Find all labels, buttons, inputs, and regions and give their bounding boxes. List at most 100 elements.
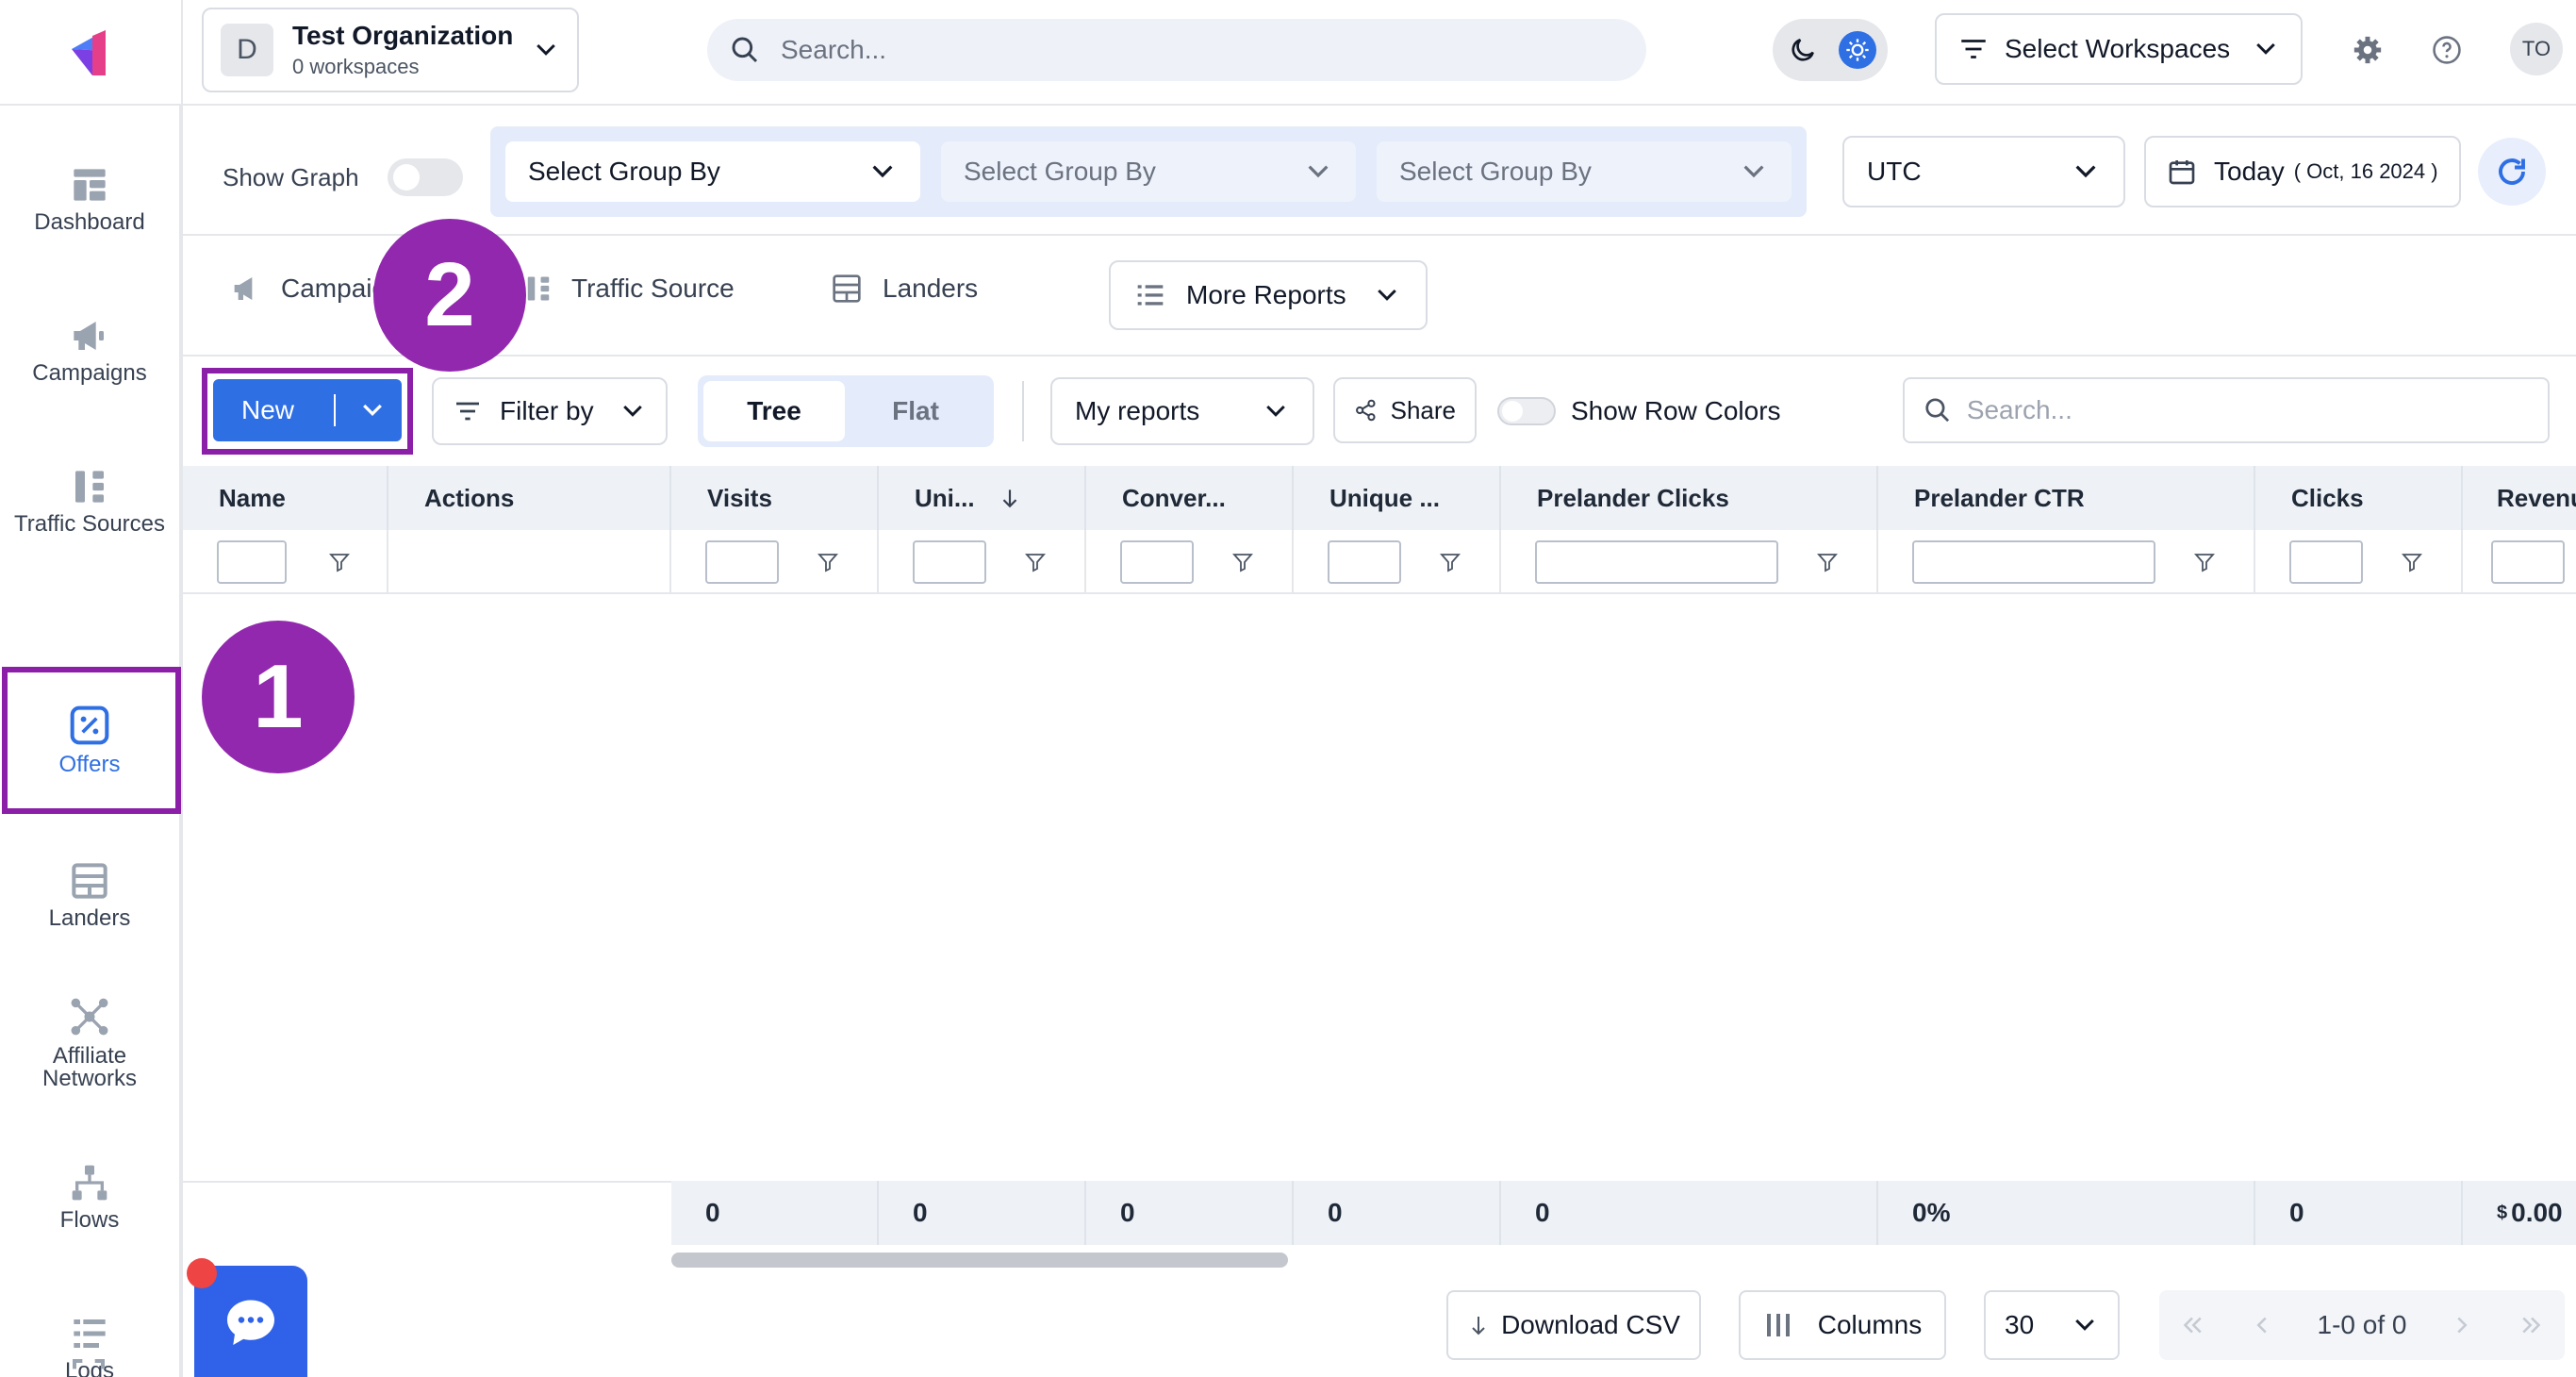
global-search-input[interactable]	[781, 35, 1592, 65]
row-colors-toggle[interactable]	[1497, 397, 1556, 425]
my-reports-dropdown[interactable]: My reports	[1050, 377, 1314, 445]
split-divider	[334, 394, 337, 426]
download-csv-button[interactable]: Download CSV	[1446, 1290, 1701, 1360]
org-name: Test Organization	[292, 21, 514, 50]
step-badge-2: 2	[373, 219, 526, 372]
theme-toggle[interactable]	[1773, 19, 1888, 81]
funnel-icon[interactable]	[2401, 551, 2423, 573]
funnel-icon[interactable]	[2193, 551, 2216, 573]
prelander-ctr-filter-cell	[1878, 530, 2255, 594]
chevron-down-icon[interactable]	[358, 396, 387, 424]
sidebar-item-campaigns[interactable]: Campaigns	[0, 294, 179, 407]
chevron-down-icon	[1743, 165, 1764, 178]
chat-bubble-icon	[227, 1300, 274, 1345]
sidebar-item-label: Offers	[58, 752, 121, 777]
column-header-actions[interactable]: Actions	[388, 466, 671, 530]
sidebar-item-flows[interactable]: Flows	[0, 1141, 179, 1254]
horizontal-scrollbar[interactable]	[671, 1253, 1288, 1268]
date-range-picker[interactable]: Today ( Oct, 16 2024 )	[2144, 136, 2461, 207]
clicks-filter-input[interactable]	[2289, 540, 2363, 584]
funnel-icon[interactable]	[1439, 551, 1461, 573]
prelander-ctr-filter-input[interactable]	[1912, 540, 2155, 584]
next-page-icon[interactable]	[2448, 1311, 2476, 1339]
dashboard-icon	[74, 169, 106, 201]
app-logo[interactable]	[0, 0, 183, 106]
tab-traffic-source[interactable]: Traffic Source	[524, 274, 735, 304]
column-header-unique-visits[interactable]: Uni...	[879, 466, 1086, 530]
more-nav-icon	[73, 1359, 105, 1369]
calendar-icon	[2169, 160, 2195, 185]
prelander-clicks-filter-input[interactable]	[1535, 540, 1778, 584]
view-mode-toggle: Tree Flat	[698, 375, 994, 447]
revenue-filter-input[interactable]	[2491, 540, 2565, 584]
sidebar-item-affiliate-networks[interactable]: Affiliate Networks	[0, 977, 179, 1109]
timezone-select[interactable]: UTC	[1842, 136, 2125, 207]
funnel-icon[interactable]	[1024, 551, 1047, 573]
funnel-icon[interactable]	[1816, 551, 1839, 573]
column-header-conversions[interactable]: Conver...	[1086, 466, 1294, 530]
sort-arrow-down-icon[interactable]	[998, 486, 1022, 510]
column-header-unique-conversions[interactable]: Unique ...	[1294, 466, 1501, 530]
filter-by-dropdown[interactable]: Filter by	[432, 377, 668, 445]
sidebar-item-dashboard[interactable]: Dashboard	[0, 143, 179, 257]
lander-icon	[72, 863, 107, 899]
org-avatar: D	[221, 24, 273, 76]
unique-visits-filter-input[interactable]	[913, 540, 986, 584]
tree-view-button[interactable]: Tree	[703, 381, 845, 441]
moon-icon	[1792, 39, 1814, 61]
sidebar-more-item[interactable]	[68, 1356, 109, 1377]
last-page-icon[interactable]	[2518, 1311, 2546, 1339]
tab-landers[interactable]: Landers	[832, 274, 978, 304]
funnel-icon[interactable]	[817, 551, 839, 573]
help-button[interactable]	[2423, 26, 2470, 74]
visits-filter-input[interactable]	[705, 540, 779, 584]
user-avatar[interactable]: TO	[2510, 23, 2563, 75]
conversions-filter-input[interactable]	[1120, 540, 1194, 584]
chevron-down-icon	[1308, 165, 1329, 178]
previous-page-icon[interactable]	[2248, 1311, 2276, 1339]
funnel-icon[interactable]	[328, 551, 351, 573]
new-button[interactable]: New	[213, 379, 402, 441]
pagination: 1-0 of 0	[2159, 1290, 2565, 1360]
refresh-button[interactable]	[2478, 138, 2546, 206]
download-csv-label: Download CSV	[1501, 1310, 1680, 1339]
column-header-prelander-clicks[interactable]: Prelander Clicks	[1501, 466, 1878, 530]
group-by-select-3[interactable]: Select Group By	[1377, 141, 1792, 202]
settings-button[interactable]	[2344, 26, 2391, 74]
unique-conversions-filter-input[interactable]	[1328, 540, 1401, 584]
group-by-select-1[interactable]: Select Group By	[505, 141, 920, 202]
column-header-revenue[interactable]: Revenu	[2463, 466, 2576, 530]
first-page-icon[interactable]	[2178, 1311, 2206, 1339]
more-reports-label: More Reports	[1186, 280, 1346, 309]
share-button[interactable]: Share	[1333, 377, 1477, 443]
date-label: Today	[2214, 157, 2285, 186]
show-graph-toggle[interactable]	[387, 158, 463, 196]
columns-button[interactable]: Columns	[1739, 1290, 1946, 1360]
total-visits: 0	[671, 1181, 879, 1245]
chevron-down-icon	[2256, 42, 2275, 55]
funnel-icon[interactable]	[1231, 551, 1254, 573]
sidebar-item-offers[interactable]: Offers	[0, 677, 179, 804]
column-header-prelander-ctr[interactable]: Prelander CTR	[1878, 466, 2255, 530]
column-header-clicks[interactable]: Clicks	[2255, 466, 2463, 530]
total-prelander-clicks: 0	[1501, 1181, 1878, 1245]
more-reports-dropdown[interactable]: More Reports	[1109, 260, 1428, 330]
network-icon	[71, 998, 108, 1036]
sidebar-item-traffic-sources[interactable]: Traffic Sources	[0, 445, 179, 558]
table-search[interactable]	[1903, 377, 2550, 443]
share-label: Share	[1390, 395, 1456, 424]
column-header-visits[interactable]: Visits	[671, 466, 879, 530]
flat-view-button[interactable]: Flat	[845, 381, 986, 441]
megaphone-icon	[234, 277, 253, 300]
workspace-selector[interactable]: Select Workspaces	[1935, 13, 2303, 85]
sun-toggle-active[interactable]	[1839, 31, 1876, 69]
organization-selector[interactable]: D Test Organization 0 workspaces	[202, 8, 579, 92]
megaphone-icon	[74, 322, 104, 350]
sidebar-item-landers[interactable]: Landers	[0, 839, 179, 953]
group-by-select-2[interactable]: Select Group By	[941, 141, 1356, 202]
global-search[interactable]	[707, 19, 1646, 81]
name-filter-input[interactable]	[217, 540, 287, 584]
column-header-name[interactable]: Name	[183, 466, 388, 530]
table-search-input[interactable]	[1966, 395, 2529, 425]
page-size-select[interactable]: 30	[1984, 1290, 2120, 1360]
